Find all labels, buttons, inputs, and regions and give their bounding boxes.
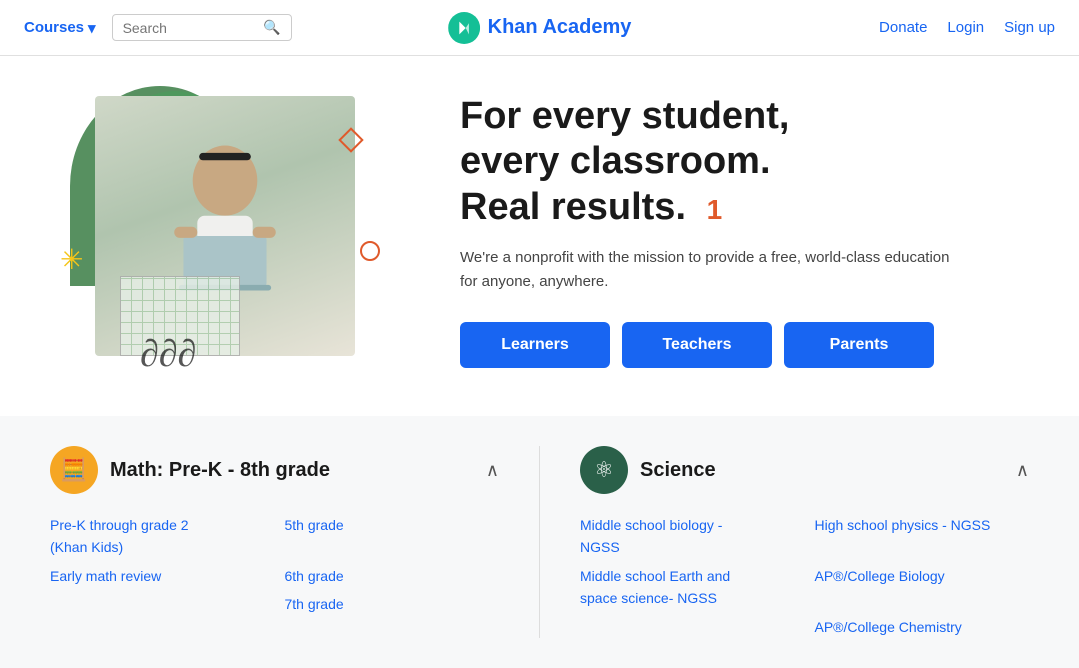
course-link-prek2[interactable]: Pre-K through grade 2(Khan Kids) xyxy=(50,514,265,559)
course-link-5th[interactable]: 5th grade xyxy=(285,514,500,559)
hero-title-line2: every classroom. xyxy=(460,140,771,182)
search-input[interactable] xyxy=(123,20,258,36)
hero-section: ✳ ∂∂∂ For every student, every classroom… xyxy=(0,56,1079,416)
parents-button[interactable]: Parents xyxy=(784,322,934,368)
course-link-ms-bio[interactable]: Middle school biology -NGSS xyxy=(580,514,795,559)
courses-divider xyxy=(539,446,540,638)
hero-text-area: For every student, every classroom. Real… xyxy=(420,94,960,369)
math-course-title: Math: Pre-K - 8th grade xyxy=(110,459,330,482)
science-course-header: ⚛ Science ∧ xyxy=(580,446,1029,494)
search-icon: 🔍 xyxy=(263,19,280,36)
math-icon-symbol: 🧮 xyxy=(60,457,87,483)
logo-text: Khan Academy xyxy=(488,16,632,39)
hero-counter: 1 xyxy=(707,193,723,227)
khan-academy-logo-icon xyxy=(448,12,480,44)
logo-link[interactable]: Khan Academy xyxy=(448,12,632,44)
course-link-empty1 xyxy=(50,593,265,615)
donate-link[interactable]: Donate xyxy=(879,19,927,36)
learners-button[interactable]: Learners xyxy=(460,322,610,368)
science-course-title: Science xyxy=(640,459,716,482)
science-course-col: ⚛ Science ∧ Middle school biology -NGSS … xyxy=(580,446,1029,638)
hero-title-line1: For every student, xyxy=(460,95,789,137)
course-link-hs-physics[interactable]: High school physics - NGSS xyxy=(815,514,1030,559)
hero-star-decoration: ✳ xyxy=(60,246,83,274)
signup-link[interactable]: Sign up xyxy=(1004,19,1055,36)
course-link-7th[interactable]: 7th grade xyxy=(285,593,500,615)
science-collapse-chevron[interactable]: ∧ xyxy=(1016,460,1029,481)
teachers-button[interactable]: Teachers xyxy=(622,322,772,368)
course-link-empty2 xyxy=(580,616,795,638)
courses-label: Courses xyxy=(24,19,84,36)
hero-title-line3: Real results. xyxy=(460,186,686,228)
hero-subtitle: We're a nonprofit with the mission to pr… xyxy=(460,246,960,294)
search-box: 🔍 xyxy=(112,14,292,41)
course-link-ms-earth[interactable]: Middle school Earth andspace science- NG… xyxy=(580,565,795,610)
math-collapse-chevron[interactable]: ∧ xyxy=(486,460,499,481)
science-icon-symbol: ⚛ xyxy=(594,457,614,483)
hero-image-area: ✳ ∂∂∂ xyxy=(40,76,420,386)
nav-left: Courses ▾ 🔍 xyxy=(24,14,292,41)
courses-button[interactable]: Courses ▾ xyxy=(24,19,96,37)
nav-right: Donate Login Sign up xyxy=(879,19,1055,36)
math-course-links: Pre-K through grade 2(Khan Kids) 5th gra… xyxy=(50,514,499,616)
science-icon: ⚛ xyxy=(580,446,628,494)
math-icon: 🧮 xyxy=(50,446,98,494)
science-course-links: Middle school biology -NGSS High school … xyxy=(580,514,1029,638)
math-header-left: 🧮 Math: Pre-K - 8th grade xyxy=(50,446,330,494)
math-course-col: 🧮 Math: Pre-K - 8th grade ∧ Pre-K throug… xyxy=(50,446,499,638)
navbar: Courses ▾ 🔍 Khan Academy Donate Login Si… xyxy=(0,0,1079,56)
login-link[interactable]: Login xyxy=(947,19,984,36)
hero-ring-decoration xyxy=(360,241,380,261)
course-link-ap-chem[interactable]: AP®/College Chemistry xyxy=(815,616,1030,638)
science-header-left: ⚛ Science xyxy=(580,446,716,494)
course-link-early-math[interactable]: Early math review xyxy=(50,565,265,587)
chevron-down-icon: ▾ xyxy=(88,19,96,37)
math-course-header: 🧮 Math: Pre-K - 8th grade ∧ xyxy=(50,446,499,494)
hero-title: For every student, every classroom. Real… xyxy=(460,94,960,231)
courses-section: 🧮 Math: Pre-K - 8th grade ∧ Pre-K throug… xyxy=(0,416,1079,668)
hero-buttons: Learners Teachers Parents xyxy=(460,322,960,368)
course-link-6th[interactable]: 6th grade xyxy=(285,565,500,587)
hero-scribble-decoration: ∂∂∂ xyxy=(140,332,196,376)
course-link-ap-bio[interactable]: AP®/College Biology xyxy=(815,565,1030,610)
